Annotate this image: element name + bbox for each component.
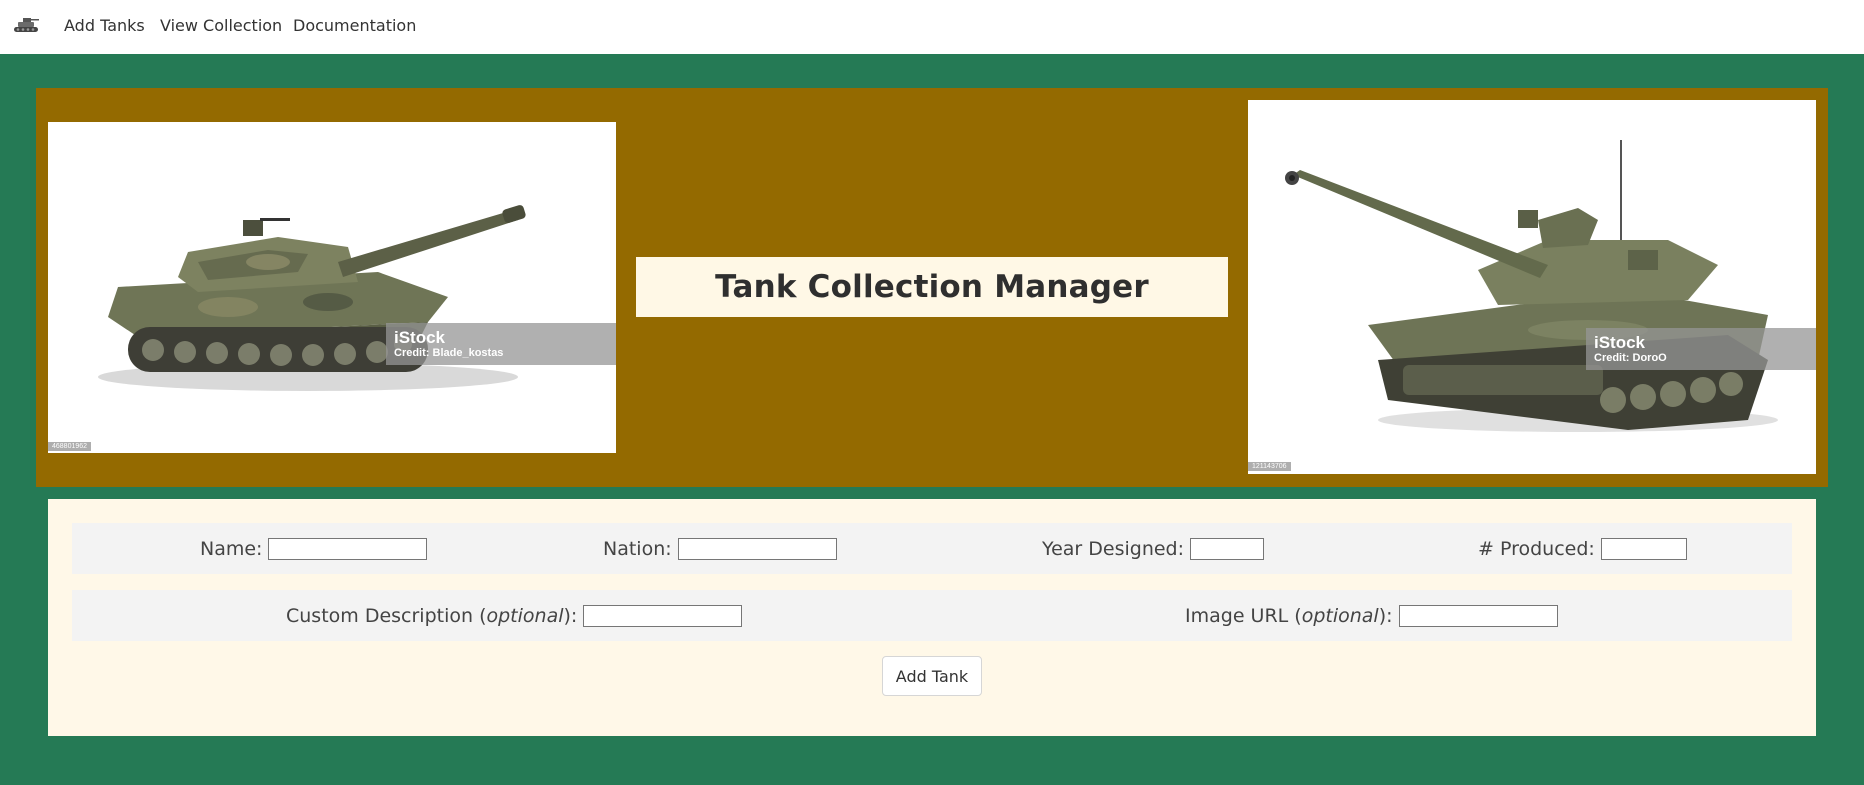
page-title: Tank Collection Manager: [715, 269, 1149, 305]
form-row-primary: Name: Nation: Year Designed: # Produced:: [72, 523, 1792, 574]
form-row-optional: Custom Description (optional): Image URL…: [72, 590, 1792, 641]
produced-label: # Produced:: [1478, 537, 1595, 560]
leopard-tank-illustration: [98, 205, 526, 391]
right-tank-image: iStock Credit: DoroO 121143706: [1248, 100, 1816, 474]
top-navbar: Add Tanks View Collection Documentation: [0, 0, 1864, 54]
nav-add-tanks[interactable]: Add Tanks: [64, 16, 145, 36]
year-field-group: Year Designed:: [1042, 523, 1265, 574]
image-url-input[interactable]: [1398, 604, 1558, 627]
description-field-group: Custom Description (optional):: [286, 590, 743, 641]
title-box: Tank Collection Manager: [636, 257, 1228, 317]
add-tank-form: Name: Nation: Year Designed: # Produced:…: [48, 499, 1816, 736]
t90-tank-illustration: [1285, 140, 1778, 432]
image-credit: Credit: DoroO: [1594, 352, 1667, 364]
left-credit-overlay: iStock Credit: Blade_kostas: [386, 323, 616, 365]
year-label: Year Designed:: [1042, 537, 1185, 560]
nation-field-group: Nation:: [603, 523, 837, 574]
stock-id-label: 121143706: [1248, 462, 1291, 471]
hero-banner: iStock Credit: Blade_kostas 468801962 Ta…: [36, 88, 1828, 487]
istock-brand: iStock: [394, 328, 446, 347]
right-credit-overlay: iStock Credit: DoroO: [1586, 328, 1816, 370]
left-tank-image: iStock Credit: Blade_kostas 468801962: [48, 122, 616, 453]
nav-documentation[interactable]: Documentation: [293, 16, 416, 36]
istock-brand: iStock: [1594, 333, 1646, 352]
image-url-field-group: Image URL (optional):: [1185, 590, 1558, 641]
image-credit: Credit: Blade_kostas: [394, 347, 504, 359]
stock-id-label: 468801962: [48, 442, 92, 451]
add-tank-button[interactable]: Add Tank: [882, 656, 982, 696]
name-label: Name:: [200, 537, 263, 560]
name-field-group: Name:: [200, 523, 428, 574]
nav-view-collection[interactable]: View Collection: [160, 16, 282, 36]
description-label: Custom Description (optional):: [286, 604, 578, 627]
year-input[interactable]: [1190, 537, 1265, 560]
produced-field-group: # Produced:: [1478, 523, 1687, 574]
tank-icon[interactable]: [12, 15, 40, 37]
nation-input[interactable]: [677, 537, 837, 560]
description-input[interactable]: [583, 604, 743, 627]
produced-input[interactable]: [1600, 537, 1687, 560]
image-url-label: Image URL (optional):: [1185, 604, 1393, 627]
name-input[interactable]: [268, 537, 428, 560]
nation-label: Nation:: [603, 537, 672, 560]
